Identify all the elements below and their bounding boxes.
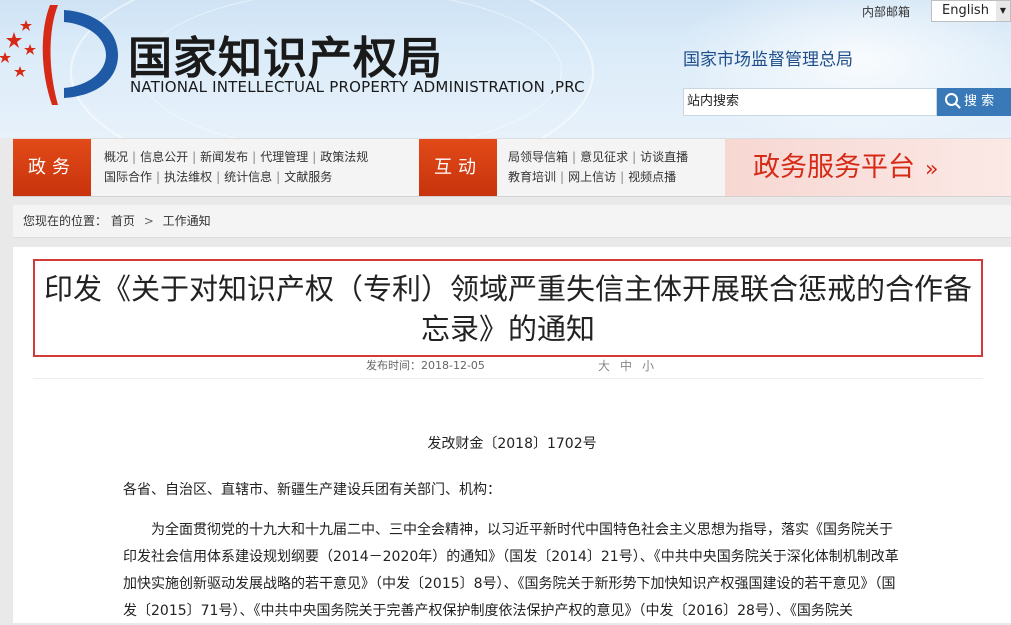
article-salutation: 各省、自治区、直辖市、新疆生产建设兵团有关部门、机构： <box>123 482 501 498</box>
internal-mail-link[interactable]: 内部邮箱 <box>862 3 910 20</box>
publish-date-label: 发布时间： <box>366 359 421 372</box>
search-button-label: 搜 索 <box>964 94 995 109</box>
breadcrumb-prefix: 您现在的位置： <box>23 214 108 228</box>
publish-date-value: 2018-12-05 <box>421 359 485 372</box>
service-platform-label: 政务服务平台 <box>753 152 915 183</box>
site-title-english: NATIONAL INTELLECTUAL PROPERTY ADMINISTR… <box>130 78 585 96</box>
language-select-value: English <box>942 3 989 18</box>
nav-section-gov-affairs[interactable]: 政务 <box>13 139 91 196</box>
nav-link[interactable]: 网上信访 <box>568 170 616 184</box>
breadcrumb-current[interactable]: 工作通知 <box>163 214 211 228</box>
article-title-highlight: 印发《关于对知识产权（专利）领域严重失信主体开展联合惩戒的合作备忘录》的通知 <box>33 259 983 357</box>
nav-link[interactable]: 文献服务 <box>284 170 332 184</box>
document-number: 发改财金〔2018〕1702号 <box>427 436 597 452</box>
nav-section-interaction[interactable]: 互动 <box>419 139 497 196</box>
nav-links-interaction-row1: 局领导信箱 | 意见征求 | 访谈直播 <box>508 150 689 164</box>
nav-link[interactable]: 教育培训 <box>508 170 556 184</box>
double-chevron-right-icon: » <box>925 157 939 182</box>
service-platform-link[interactable]: 政务服务平台 » <box>725 139 1011 196</box>
article-paragraph: 为全面贯彻党的十九大和十九届二中、三中全会精神，以习近平新时代中国特色社会主义思… <box>123 522 899 619</box>
site-title: 国家知识产权局 <box>128 33 443 84</box>
nav-link[interactable]: 政策法规 <box>320 150 368 164</box>
language-select[interactable]: English ▼ <box>931 0 1011 22</box>
cnipa-logo-icon[interactable] <box>0 0 120 110</box>
nav-link[interactable]: 代理管理 <box>260 150 308 164</box>
nav-link[interactable]: 概况 <box>104 150 128 164</box>
search-input[interactable]: 站内搜索 <box>683 88 937 116</box>
nav-link[interactable]: 国际合作 <box>104 170 152 184</box>
publish-date: 发布时间：2018-12-05 <box>366 357 485 373</box>
breadcrumb: 您现在的位置： 首页 > 工作通知 <box>13 205 1011 238</box>
nav-link[interactable]: 局领导信箱 <box>508 150 568 164</box>
nav-link[interactable]: 执法维权 <box>164 170 212 184</box>
site-header: 国家知识产权局 NATIONAL INTELLECTUAL PROPERTY A… <box>0 0 1011 138</box>
nav-links-interaction-row2: 教育培训 | 网上信访 | 视频点播 <box>508 170 677 184</box>
parent-org-link[interactable]: 国家市场监督管理总局 <box>683 45 853 70</box>
nav-link[interactable]: 统计信息 <box>224 170 272 184</box>
nav-link[interactable]: 信息公开 <box>140 150 188 164</box>
search-button[interactable]: 搜 索 <box>937 88 1011 116</box>
breadcrumb-separator: > <box>143 214 154 228</box>
font-size-large[interactable]: 大 <box>598 359 620 373</box>
nav-link[interactable]: 访谈直播 <box>640 150 688 164</box>
nav-links-gov-row1: 概况 | 信息公开 | 新闻发布 | 代理管理 | 政策法规 <box>104 150 369 164</box>
article-content: 印发《关于对知识产权（专利）领域严重失信主体开展联合惩戒的合作备忘录》的通知 发… <box>13 247 1011 623</box>
breadcrumb-home[interactable]: 首页 <box>111 214 135 228</box>
nav-link[interactable]: 新闻发布 <box>200 150 248 164</box>
divider <box>33 378 983 379</box>
chevron-down-icon: ▼ <box>996 1 1010 21</box>
nav-link[interactable]: 视频点播 <box>628 170 676 184</box>
font-size-small[interactable]: 小 <box>642 359 664 373</box>
article-title: 印发《关于对知识产权（专利）领域严重失信主体开展联合惩戒的合作备忘录》的通知 <box>43 272 972 346</box>
main-navigation: 政务 概况 | 信息公开 | 新闻发布 | 代理管理 | 政策法规 国际合作 | 执法维权 | 统计信息… <box>13 138 1011 197</box>
search-icon <box>945 93 958 106</box>
font-size-medium[interactable]: 中 <box>620 359 642 373</box>
nav-links-gov-row2: 国际合作 | 执法维权 | 统计信息 | 文献服务 <box>104 170 333 184</box>
nav-link[interactable]: 意见征求 <box>580 150 628 164</box>
font-size-controls: 大中小 <box>598 357 664 374</box>
